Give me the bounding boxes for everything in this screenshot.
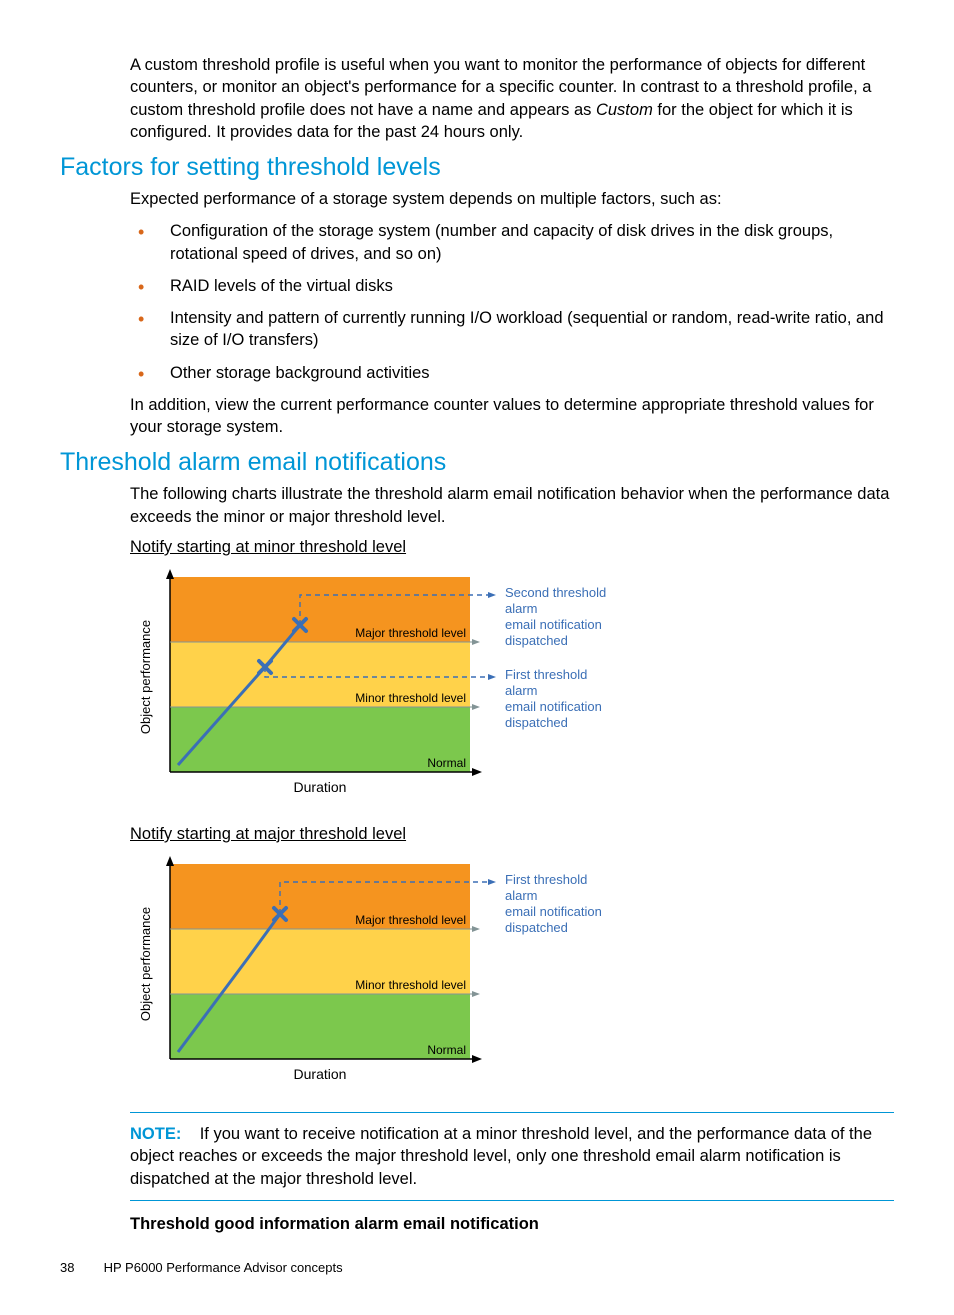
- chart1-annot-top-1: Second threshold: [505, 585, 606, 600]
- chart1-annot-mid-1: First threshold: [505, 667, 587, 682]
- chart1-xlabel: Duration: [294, 779, 347, 795]
- chart1-annot-top-3: email notification: [505, 617, 602, 632]
- chart1-normal-label: Normal: [427, 756, 466, 770]
- list-item: Configuration of the storage system (num…: [130, 220, 894, 265]
- footer-text: HP P6000 Performance Advisor concepts: [104, 1260, 343, 1275]
- chart1-ylabel: Object performance: [138, 620, 153, 734]
- threshold-intro: The following charts illustrate the thre…: [130, 483, 894, 528]
- chart2-annot-1: First threshold: [505, 872, 587, 887]
- note-label: NOTE:: [130, 1125, 181, 1143]
- chart1-annot-mid-2: alarm: [505, 683, 538, 698]
- chart2-xlabel: Duration: [294, 1066, 347, 1082]
- chart1-svg: Normal Minor threshold level Major thres…: [130, 567, 670, 807]
- chart2-major-label: Major threshold level: [355, 913, 466, 927]
- chart2-annot-3: email notification: [505, 904, 602, 919]
- chart2-annot-2: alarm: [505, 888, 538, 903]
- chart2-annot-4: dispatched: [505, 920, 568, 935]
- chart1-minor-label: Minor threshold level: [355, 691, 466, 705]
- intro-paragraph: A custom threshold profile is useful whe…: [130, 54, 894, 143]
- note-block: NOTE: If you want to receive notificatio…: [130, 1112, 894, 1201]
- chart1-annot-mid-4: dispatched: [505, 715, 568, 730]
- section-factors-heading: Factors for setting threshold levels: [60, 153, 894, 182]
- chart2-caption: Notify starting at major threshold level: [130, 825, 894, 844]
- chart1-caption: Notify starting at minor threshold level: [130, 538, 894, 557]
- threshold-good-heading: Threshold good information alarm email n…: [130, 1215, 894, 1234]
- page-number: 38: [60, 1260, 100, 1275]
- factors-outro: In addition, view the current performanc…: [130, 394, 894, 439]
- chart1-annot-mid-3: email notification: [505, 699, 602, 714]
- list-item: Intensity and pattern of currently runni…: [130, 307, 894, 352]
- chart2-normal-label: Normal: [427, 1043, 466, 1057]
- section-threshold-heading: Threshold alarm email notifications: [60, 448, 894, 477]
- factors-list: Configuration of the storage system (num…: [130, 220, 894, 384]
- chart1-annot-top-2: alarm: [505, 601, 538, 616]
- list-item: RAID levels of the virtual disks: [130, 275, 894, 297]
- chart1-major-label: Major threshold level: [355, 626, 466, 640]
- chart2-minor-label: Minor threshold level: [355, 978, 466, 992]
- note-text: If you want to receive notification at a…: [130, 1125, 872, 1188]
- page-footer: 38 HP P6000 Performance Advisor concepts: [60, 1260, 894, 1275]
- intro-italic: Custom: [596, 101, 653, 119]
- chart1: Normal Minor threshold level Major thres…: [130, 567, 894, 807]
- chart2: Normal Minor threshold level Major thres…: [130, 854, 894, 1094]
- factors-intro: Expected performance of a storage system…: [130, 188, 894, 210]
- chart1-annot-top-4: dispatched: [505, 633, 568, 648]
- chart2-svg: Normal Minor threshold level Major thres…: [130, 854, 670, 1094]
- chart2-ylabel: Object performance: [138, 907, 153, 1021]
- list-item: Other storage background activities: [130, 362, 894, 384]
